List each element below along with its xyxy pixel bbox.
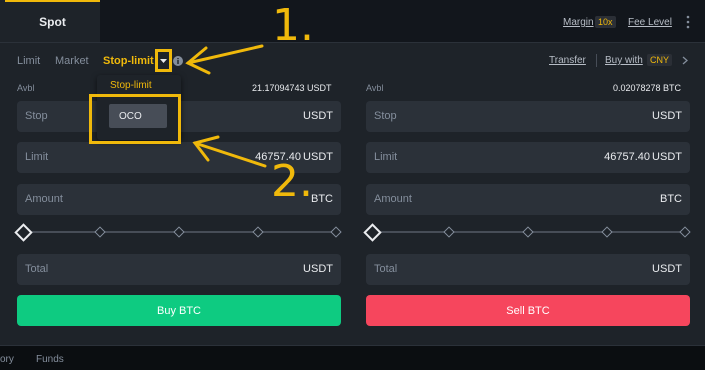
bottom-tab-history[interactable]: ory	[0, 354, 14, 365]
bottom-tab-funds[interactable]: Funds	[36, 354, 64, 365]
bottom-tab-bar: ory Funds	[0, 345, 705, 370]
annotation-arrows	[185, 44, 267, 168]
annotation-step-2: 2.	[271, 156, 313, 207]
annotation-step-1: 1.	[272, 0, 314, 51]
